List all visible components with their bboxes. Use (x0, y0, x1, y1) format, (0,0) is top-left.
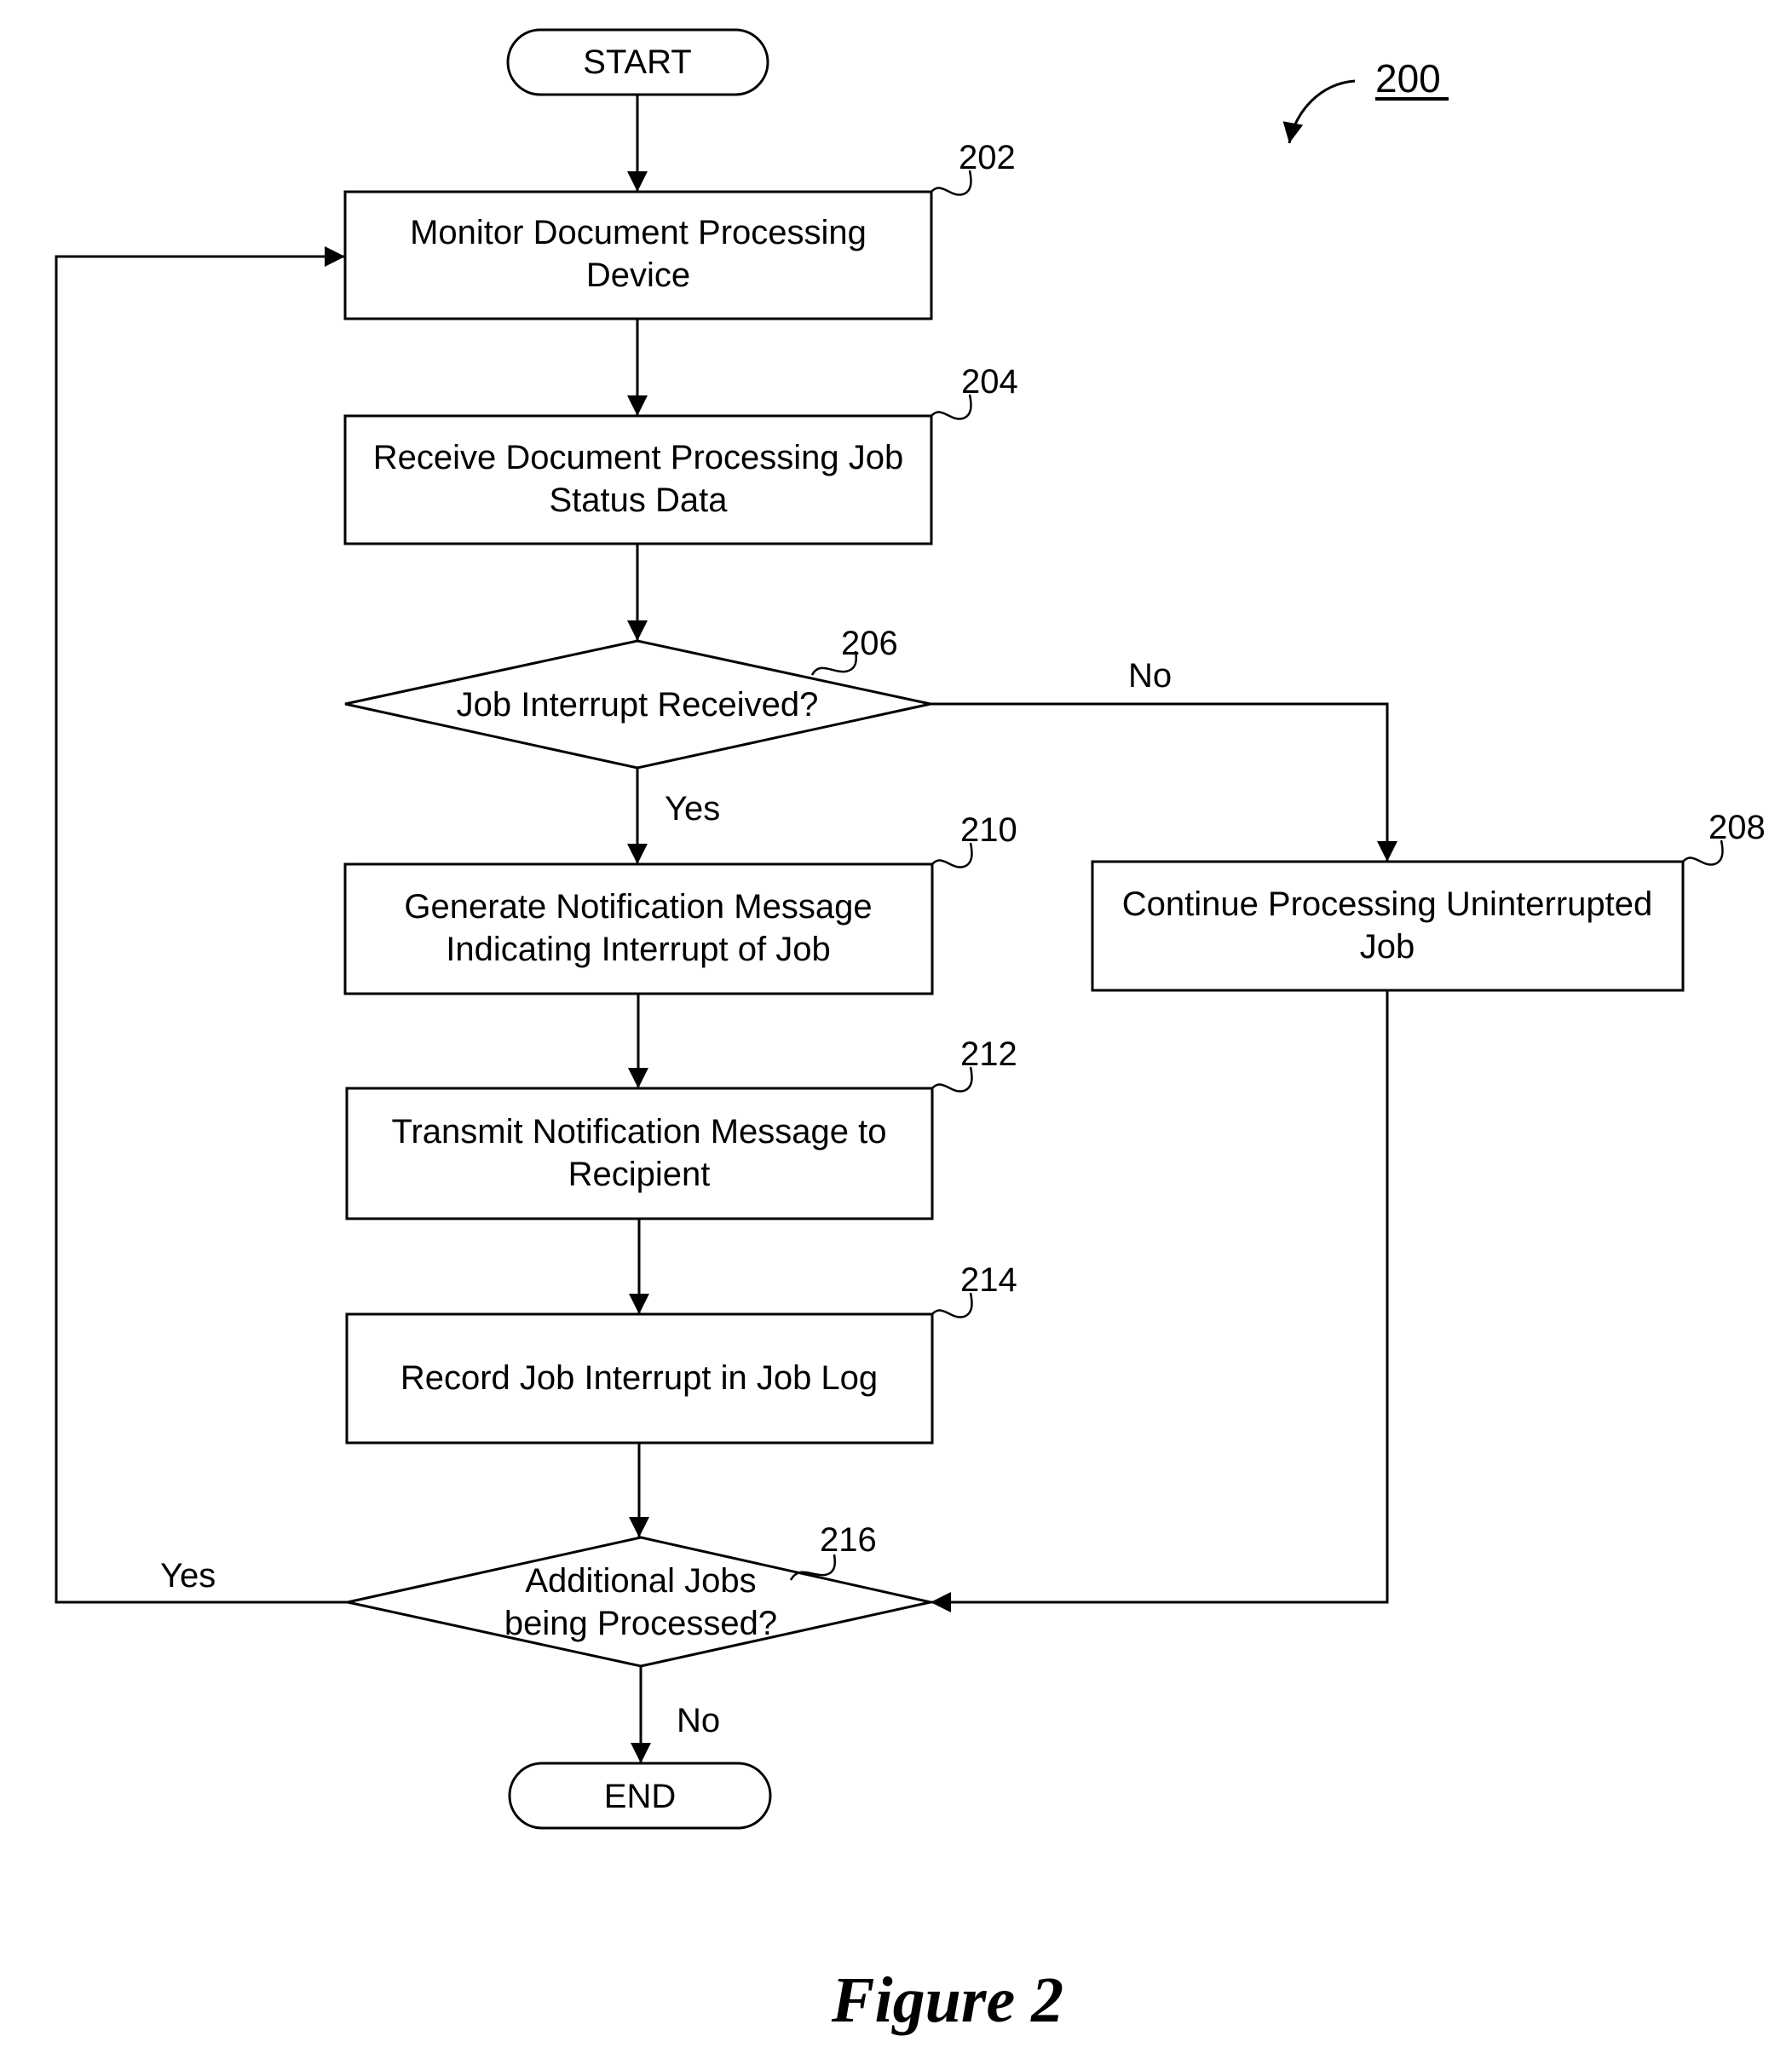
decision-216-line-2: being Processed? (504, 1605, 777, 1642)
decision-diamond-206: Job Interrupt Received? 206 (344, 625, 931, 770)
flowchart-canvas: 200 START Monitor Document Processing De… (55, 28, 1766, 2036)
ref-label-204: 204 (961, 363, 1018, 401)
ref-label-206: 206 (841, 625, 898, 662)
process-box-212: Transmit Notification Message to Recipie… (345, 1035, 1017, 1220)
edge-label-206-no: No (1128, 657, 1172, 695)
step-204-line-1: Receive Document Processing Job (373, 439, 904, 476)
ref-label-202: 202 (959, 139, 1016, 176)
start-label: START (583, 43, 691, 81)
ref-label-216: 216 (820, 1521, 877, 1559)
step-202-line-2: Device (586, 257, 690, 294)
step-214-line-1: Record Job Interrupt in Job Log (400, 1359, 878, 1397)
step-202-line-1: Monitor Document Processing (410, 214, 867, 251)
step-204-line-2: Status Data (549, 482, 728, 519)
step-210-line-1: Generate Notification Message (404, 888, 872, 926)
edge-label-206-yes: Yes (665, 790, 720, 828)
decision-diamond-216: Additional Jobs being Processed? 216 (347, 1521, 931, 1668)
figure-number-label: 200 (1375, 56, 1441, 101)
ref-label-208: 208 (1708, 809, 1766, 846)
connector-216-yes-202 (55, 246, 348, 1604)
decision-206-text: Job Interrupt Received? (457, 686, 819, 724)
step-212-line-1: Transmit Notification Message to (392, 1113, 887, 1151)
figure-reference-200: 200 (1282, 56, 1449, 144)
ref-label-210: 210 (960, 811, 1017, 849)
figure-reference-arrow-icon (1282, 79, 1356, 144)
process-box-208: Continue Processing Uninterrupted Job 20… (1091, 809, 1766, 992)
decision-216-line-1: Additional Jobs (525, 1562, 756, 1600)
ref-label-212: 212 (960, 1035, 1017, 1073)
end-terminal: END (508, 1762, 772, 1830)
figure-caption: Figure 2 (831, 1964, 1063, 2036)
edge-label-216-yes: Yes (160, 1557, 216, 1595)
step-210-line-2: Indicating Interrupt of Job (446, 931, 830, 968)
process-box-214: Record Job Interrupt in Job Log 214 (345, 1261, 1017, 1445)
step-208-line-1: Continue Processing Uninterrupted (1122, 885, 1653, 923)
ref-label-214: 214 (960, 1261, 1017, 1299)
process-box-202: Monitor Document Processing Device 202 (343, 139, 1016, 320)
step-208-line-2: Job (1360, 928, 1415, 966)
end-label: END (604, 1778, 676, 1815)
start-terminal: START (506, 28, 769, 96)
process-box-210: Generate Notification Message Indicating… (343, 811, 1017, 995)
step-212-line-2: Recipient (568, 1156, 711, 1193)
edge-label-216-no: No (677, 1702, 720, 1739)
process-box-204: Receive Document Processing Job Status D… (343, 363, 1018, 545)
